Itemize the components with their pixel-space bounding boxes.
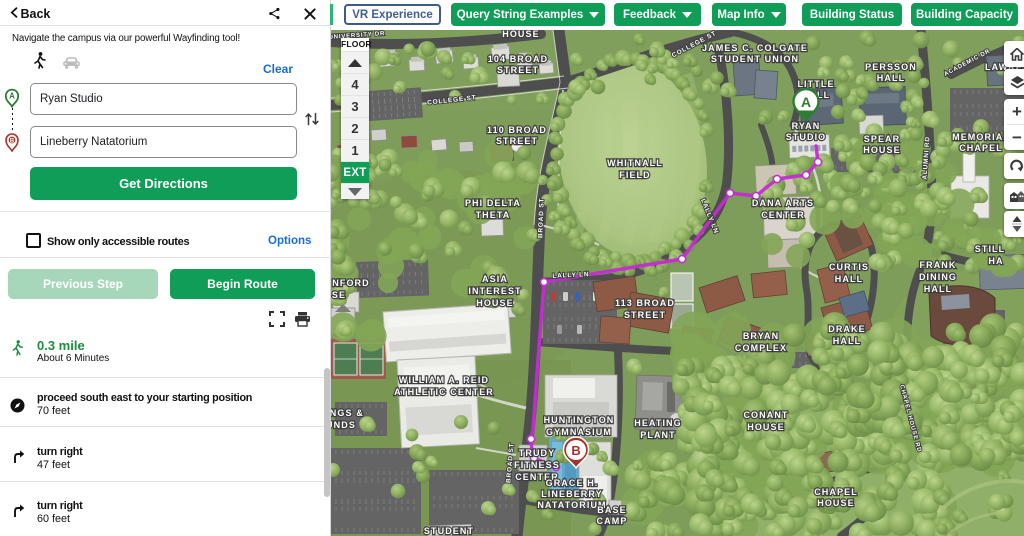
svg-text:STUDIO: STUDIO (786, 132, 827, 142)
svg-text:HA: HA (988, 256, 1003, 266)
svg-text:B: B (10, 138, 15, 144)
svg-text:STREET: STREET (624, 310, 666, 320)
svg-text:COMPLEX: COMPLEX (735, 343, 787, 353)
svg-text:CHAPEL: CHAPEL (959, 143, 1003, 153)
svg-text:INTEREST: INTEREST (468, 286, 521, 296)
svg-text:PERSSON: PERSSON (865, 62, 917, 72)
svg-text:WILLIAM A. REID: WILLIAM A. REID (399, 375, 489, 385)
svg-text:BASE: BASE (597, 505, 626, 515)
svg-text:LINEBERRY: LINEBERRY (541, 489, 603, 499)
svg-text:SE: SE (332, 290, 346, 300)
svg-text:GYMNASIUM: GYMNASIUM (546, 427, 612, 437)
svg-text:SPEAR: SPEAR (864, 134, 901, 144)
svg-text:INGS &: INGS & (331, 408, 364, 418)
svg-text:DANA ARTS: DANA ARTS (752, 198, 814, 208)
svg-text:RYAN: RYAN (792, 121, 821, 131)
svg-text:B: B (571, 443, 580, 458)
svg-text:CONANT: CONANT (743, 410, 788, 420)
svg-text:ATHLETIC CENTER: ATHLETIC CENTER (394, 387, 494, 397)
svg-text:HEATING: HEATING (634, 418, 682, 428)
svg-text:DINING: DINING (919, 272, 957, 282)
svg-text:CAMP: CAMP (597, 516, 628, 526)
svg-text:STREET: STREET (497, 65, 539, 75)
svg-text:A: A (801, 94, 811, 110)
svg-text:HOUSE: HOUSE (817, 498, 855, 508)
svg-text:WHITNALL: WHITNALL (607, 158, 663, 168)
svg-text:CENTER: CENTER (761, 210, 805, 220)
svg-text:STILL: STILL (975, 244, 1006, 254)
svg-text:STREET: STREET (496, 136, 538, 146)
svg-text:NFORD: NFORD (332, 278, 370, 288)
svg-text:GRACE H.: GRACE H. (546, 478, 599, 488)
svg-text:ASIA: ASIA (482, 274, 508, 284)
svg-text:BROAD ST: BROAD ST (537, 198, 545, 239)
svg-text:HALL: HALL (835, 274, 863, 284)
svg-text:CHAPEL: CHAPEL (814, 487, 858, 497)
svg-text:PHI DELTA: PHI DELTA (465, 198, 521, 208)
svg-text:CURTIS: CURTIS (829, 262, 869, 272)
svg-text:HOUSE: HOUSE (863, 145, 901, 155)
svg-text:PLANT: PLANT (640, 430, 676, 440)
svg-text:HALL: HALL (833, 336, 861, 346)
svg-text:THETA: THETA (476, 210, 511, 220)
svg-text:FRANK: FRANK (920, 260, 957, 270)
svg-text:104 BROAD: 104 BROAD (488, 54, 548, 64)
svg-text:A: A (9, 92, 15, 101)
svg-text:LITTLE: LITTLE (797, 79, 834, 89)
svg-text:JAMES C. COLGATE: JAMES C. COLGATE (702, 43, 808, 53)
svg-text:MEMORIAL: MEMORIAL (952, 132, 1010, 142)
svg-text:BRYAN: BRYAN (743, 331, 779, 341)
svg-text:UNDS: UNDS (331, 420, 356, 430)
svg-text:HALL: HALL (924, 284, 952, 294)
svg-text:HOUSE: HOUSE (502, 30, 540, 39)
svg-text:FIELD: FIELD (619, 170, 651, 180)
svg-text:DRAKE: DRAKE (828, 324, 866, 334)
svg-text:110 BROAD: 110 BROAD (487, 125, 547, 135)
svg-text:TRUDY: TRUDY (519, 448, 556, 458)
svg-text:NATATORIUM: NATATORIUM (537, 500, 606, 510)
svg-text:STUDENT: STUDENT (424, 526, 474, 536)
svg-text:HALL: HALL (877, 73, 905, 83)
svg-text:HOUSE: HOUSE (747, 422, 785, 432)
svg-text:HOUSE: HOUSE (476, 298, 514, 308)
svg-text:HUNTINGTON: HUNTINGTON (544, 415, 615, 425)
svg-text:113 BROAD: 113 BROAD (615, 298, 675, 308)
svg-text:FITNESS: FITNESS (514, 460, 560, 470)
svg-text:STUDENT UNION: STUDENT UNION (711, 54, 799, 64)
